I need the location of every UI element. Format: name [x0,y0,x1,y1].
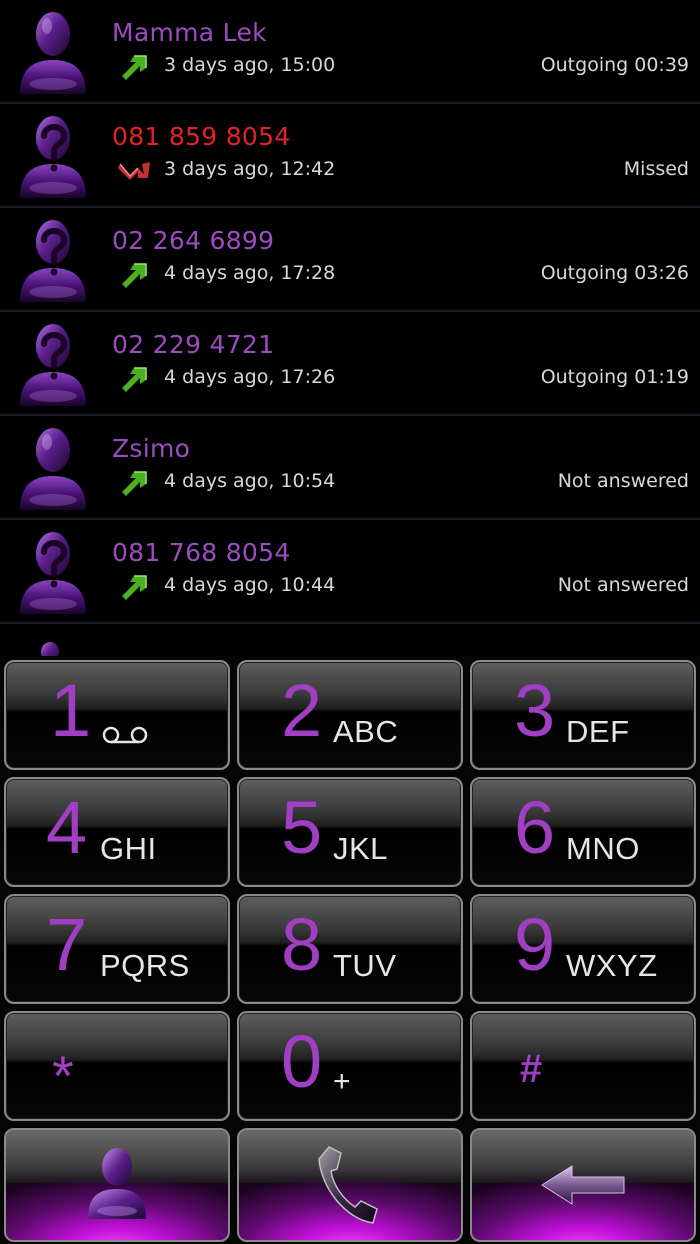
key-2[interactable]: 2 ABC [237,660,463,770]
call-log-item[interactable]: 02 229 4721 4 days ago, 17:26 Outgoing 0… [0,312,700,416]
unknown-contact-avatar-icon[interactable] [14,322,92,408]
key-digit: 5 [281,786,323,869]
key-8[interactable]: 8 TUV [237,894,463,1004]
person-icon [88,1148,146,1219]
unknown-contact-avatar-icon[interactable] [14,530,92,616]
key-4[interactable]: 4 GHI [4,777,230,887]
key-6[interactable]: 6 MNO [470,777,696,887]
key-5[interactable]: 5 JKL [237,777,463,887]
call-log-list: Mamma Lek 3 days ago, 15:00 Outgoing 00:… [0,0,700,656]
unknown-contact-avatar-icon[interactable] [14,218,92,304]
outgoing-call-icon [118,364,150,392]
key-digit: 1 [50,669,92,752]
key-digit: 7 [46,903,88,986]
key-digit: 0 [281,1020,323,1103]
call-time: 4 days ago, 10:44 [164,574,336,596]
contacts-button[interactable] [4,1128,230,1242]
call-time: 4 days ago, 10:54 [164,470,336,492]
key-letters: + [333,1065,351,1098]
key-9[interactable]: 9 WXYZ [470,894,696,1004]
outgoing-call-icon [118,260,150,288]
call-log-item[interactable]: 02 264 6899 4 days ago, 17:28 Outgoing 0… [0,208,700,312]
key-digit: 3 [514,669,556,752]
call-log-item[interactable]: Mamma Lek 3 days ago, 15:00 Outgoing 00:… [0,0,700,104]
call-status: Outgoing 03:26 [540,262,689,284]
key-digit: 6 [514,786,556,869]
caller-name: 081 768 8054 [112,538,291,567]
caller-name: 081 859 8054 [112,122,291,151]
key-letters: TUV [333,948,397,983]
call-status: Not answered [557,470,689,492]
call-time: 3 days ago, 12:42 [164,158,336,180]
outgoing-call-icon [118,572,150,600]
voicemail-icon [102,726,148,744]
call-status: Outgoing 01:19 [540,366,689,388]
call-time: 3 days ago, 15:00 [164,54,336,76]
key-digit: 2 [281,669,323,752]
key-hash[interactable]: # [470,1011,696,1121]
call-status: Missed [623,158,689,180]
caller-name: 02 264 6899 [112,226,275,255]
call-time: 4 days ago, 17:26 [164,366,336,388]
phone-handset-icon [318,1146,378,1224]
partial-avatar-icon [41,642,59,656]
contact-avatar-icon[interactable] [14,10,92,96]
key-letters: ABC [333,714,399,749]
delete-button[interactable] [470,1128,696,1242]
key-0[interactable]: 0 + [237,1011,463,1121]
key-letters: JKL [333,831,388,866]
key-digit: 8 [281,903,323,986]
caller-name: Zsimo [112,434,191,463]
key-star[interactable]: * [4,1011,230,1121]
key-digit: 4 [46,786,88,869]
missed-call-icon [118,156,150,184]
call-log-item[interactable]: 081 859 8054 3 days ago, 12:42 Missed [0,104,700,208]
call-status: Outgoing 00:39 [540,54,689,76]
outgoing-call-icon [118,52,150,80]
call-log-item[interactable]: 081 768 8054 4 days ago, 10:44 Not answe… [0,520,700,624]
key-letters: DEF [566,714,630,749]
backspace-arrow-icon [541,1165,625,1205]
contact-avatar-icon[interactable] [14,426,92,512]
call-button[interactable] [237,1128,463,1242]
key-letters: MNO [566,831,640,866]
key-letters: GHI [100,831,157,866]
caller-name: 02 229 4721 [112,330,275,359]
outgoing-call-icon [118,468,150,496]
call-log-item[interactable]: Zsimo 4 days ago, 10:54 Not answered [0,416,700,520]
call-status: Not answered [557,574,689,596]
key-digit: # [520,1047,543,1091]
call-time: 4 days ago, 17:28 [164,262,336,284]
key-letters: PQRS [100,948,190,983]
key-letters: WXYZ [566,948,658,983]
unknown-contact-avatar-icon[interactable] [14,114,92,200]
caller-name: Mamma Lek [112,18,267,47]
key-digit: 9 [514,903,556,986]
dialpad: 1 2 ABC 3 DEF 4 GHI 5 JKL 6 MNO 7 PQRS 8… [0,656,700,1244]
key-3[interactable]: 3 DEF [470,660,696,770]
key-digit: * [52,1044,74,1107]
key-1[interactable]: 1 [4,660,230,770]
key-7[interactable]: 7 PQRS [4,894,230,1004]
